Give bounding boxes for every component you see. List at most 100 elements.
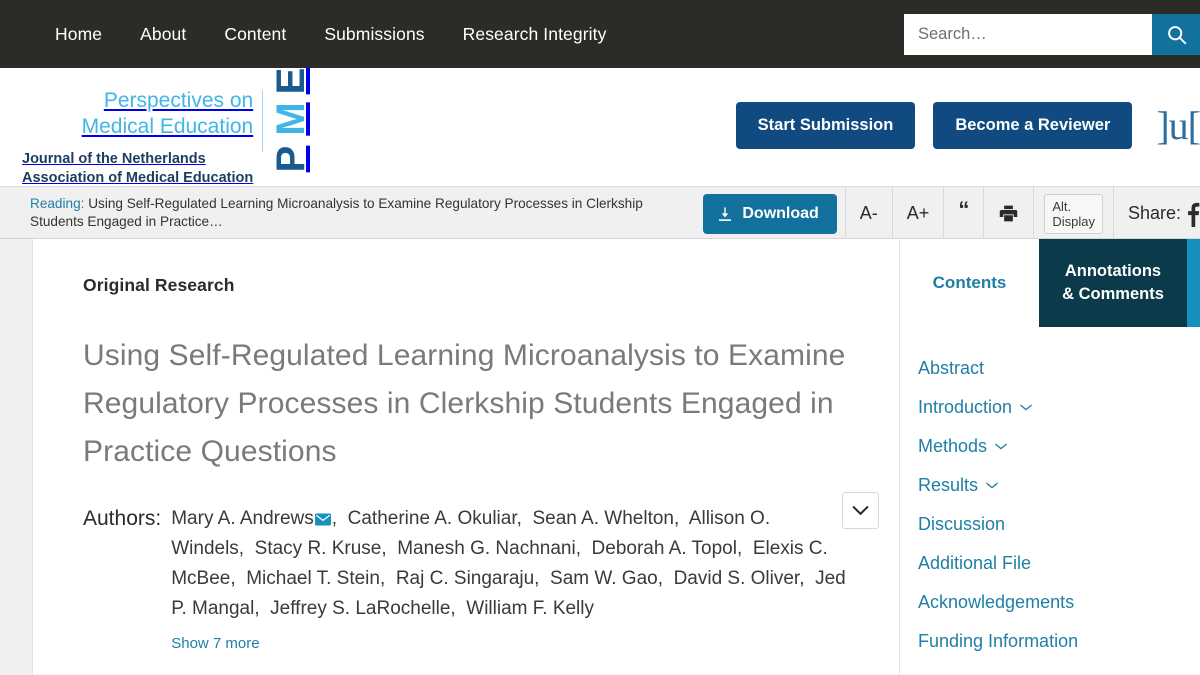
- download-label: Download: [742, 204, 819, 222]
- top-navigation-bar: Home About Content Submissions Research …: [0, 0, 1200, 68]
- author-name[interactable]: Jeffrey S. LaRochelle: [270, 598, 450, 619]
- chevron-down-icon[interactable]: [995, 443, 1007, 450]
- author-name[interactable]: Sam W. Gao: [550, 568, 658, 589]
- journal-logo[interactable]: Perspectives on Medical Education Journa…: [22, 60, 314, 188]
- author-name[interactable]: Mary A. Andrews: [171, 508, 314, 529]
- article-type-label: Original Research: [83, 275, 235, 295]
- author-sep: ,: [575, 538, 592, 559]
- authors-label: Authors:: [83, 507, 162, 530]
- author-sep: ,: [254, 598, 271, 619]
- toc-item-label: Introduction: [918, 397, 1013, 417]
- brand-action-buttons: Start Submission Become a Reviewer ]u[: [735, 102, 1200, 149]
- toc-item-additional-file[interactable]: Additional File: [918, 544, 1200, 583]
- toc-item-introduction[interactable]: Introduction: [918, 388, 1200, 427]
- toolbar-actions: Download A- A+ “ Alt. Display Share:: [703, 187, 1200, 240]
- nav-item-home[interactable]: Home: [36, 24, 121, 45]
- ubiquity-press-logo[interactable]: ]u[: [1156, 105, 1200, 146]
- logo-divider: [262, 90, 264, 152]
- tab-annotations-and-comments[interactable]: Annotations & Comments: [1039, 239, 1187, 327]
- chevron-down-icon: [852, 506, 869, 515]
- reading-toolbar: Reading: Using Self-Regulated Learning M…: [0, 186, 1200, 240]
- toc-item-results[interactable]: Results: [918, 466, 1200, 505]
- author-name[interactable]: Manesh G. Nachnani: [397, 538, 576, 559]
- author-name[interactable]: Catherine A. Okuliar: [348, 508, 517, 529]
- journal-subtitle-line1: Journal of the Netherlands: [22, 151, 206, 167]
- author-name[interactable]: Raj C. Singaraju: [396, 568, 534, 589]
- author-sep: ,: [736, 538, 753, 559]
- toc-item-abstract[interactable]: Abstract: [918, 349, 1200, 388]
- journal-name-line2: Medical Education: [81, 115, 254, 138]
- nav-item-submissions[interactable]: Submissions: [305, 24, 443, 45]
- author-name[interactable]: William F. Kelly: [466, 598, 594, 619]
- author-name[interactable]: David S. Oliver: [674, 568, 800, 589]
- author-sep: ,: [534, 568, 551, 589]
- authors-section: Authors: Mary A. Andrews, Catherine A. O…: [83, 504, 851, 652]
- authors-list: Mary A. Andrews, Catherine A. Okuliar, S…: [171, 504, 846, 624]
- brand-header: Perspectives on Medical Education Journa…: [0, 68, 1200, 186]
- envelope-icon[interactable]: [314, 513, 331, 526]
- author-sep: ,: [516, 508, 533, 529]
- share-label: Share:: [1127, 203, 1181, 223]
- authors-block: Mary A. Andrews, Catherine A. Okuliar, S…: [171, 504, 846, 652]
- search-submit-button[interactable]: [1152, 14, 1200, 55]
- page-title: Using Self-Regulated Learning Microanaly…: [83, 339, 846, 468]
- author-sep: ,: [230, 568, 247, 589]
- tab-contents[interactable]: Contents: [900, 239, 1039, 327]
- toc-item-methods[interactable]: Methods: [918, 427, 1200, 466]
- pme-letter-e: E: [269, 67, 314, 95]
- author-sep: ,: [238, 538, 255, 559]
- nav-item-research-integrity[interactable]: Research Integrity: [444, 24, 626, 45]
- pme-letter-p: P: [269, 145, 314, 173]
- increase-font-size-button[interactable]: A+: [891, 187, 944, 240]
- author-sep: ,: [381, 538, 398, 559]
- show-more-authors-link[interactable]: Show 7 more: [171, 635, 846, 652]
- print-button[interactable]: [983, 187, 1033, 240]
- chevron-down-icon[interactable]: [1020, 404, 1032, 411]
- download-button[interactable]: Download: [703, 193, 837, 234]
- toc-item-label: Additional File: [918, 553, 1032, 573]
- sidebar-tabs: Contents Annotations & Comments: [900, 239, 1200, 327]
- author-sep: ,: [799, 568, 816, 589]
- facebook-icon[interactable]: [1187, 201, 1200, 227]
- author-sep: ,: [379, 568, 396, 589]
- download-icon: [719, 206, 732, 221]
- toc-item-label: Acknowledgements: [918, 592, 1075, 612]
- reading-breadcrumb: Reading: Using Self-Regulated Learning M…: [30, 195, 650, 231]
- toc-item-discussion[interactable]: Discussion: [918, 505, 1200, 544]
- author-sep: ,: [331, 508, 348, 529]
- toc-item-label: Discussion: [918, 514, 1006, 534]
- author-sep: ,: [450, 598, 467, 619]
- sidebar-edge-accent: [1187, 239, 1200, 327]
- toc-item-funding-information[interactable]: Funding Information: [918, 622, 1200, 661]
- author-sep: ,: [674, 508, 689, 529]
- decrease-font-size-button[interactable]: A-: [844, 187, 892, 240]
- author-name[interactable]: Sean A. Whelton: [532, 508, 674, 529]
- start-submission-button[interactable]: Start Submission: [735, 102, 916, 149]
- author-name[interactable]: Stacy R. Kruse: [255, 538, 382, 559]
- table-of-contents: Abstract Introduction Methods Results Di…: [900, 327, 1200, 661]
- share-group: Share:: [1112, 187, 1200, 240]
- toc-item-acknowledgements[interactable]: Acknowledgements: [918, 583, 1200, 622]
- author-name[interactable]: Deborah A. Topol: [592, 538, 737, 559]
- toggle-authors-button[interactable]: [842, 492, 879, 529]
- tab-annotations-line1: Annotations: [1064, 262, 1162, 280]
- author-name[interactable]: Michael T. Stein: [246, 568, 380, 589]
- page-body: Original Research Using Self-Regulated L…: [0, 239, 1200, 675]
- nav-item-content[interactable]: Content: [205, 24, 305, 45]
- toc-item-label: Funding Information: [918, 631, 1079, 651]
- cite-quote-button[interactable]: “: [943, 187, 983, 240]
- toc-item-label: Abstract: [918, 358, 985, 378]
- search-input[interactable]: [904, 14, 1152, 55]
- nav-item-about[interactable]: About: [121, 24, 205, 45]
- pme-monogram: E M P: [269, 60, 314, 180]
- become-a-reviewer-button[interactable]: Become a Reviewer: [933, 102, 1133, 149]
- pme-letter-m: M: [269, 102, 314, 136]
- journal-name-line1: Perspectives on: [103, 89, 254, 112]
- chevron-down-icon[interactable]: [986, 482, 998, 489]
- alt-display-button[interactable]: Alt. Display: [1033, 187, 1113, 240]
- main-nav-links: Home About Content Submissions Research …: [0, 24, 625, 45]
- author-sep: ,: [657, 568, 674, 589]
- toc-item-label: Methods: [918, 436, 988, 456]
- printer-icon: [1000, 205, 1018, 222]
- toc-item-label: Results: [918, 475, 979, 495]
